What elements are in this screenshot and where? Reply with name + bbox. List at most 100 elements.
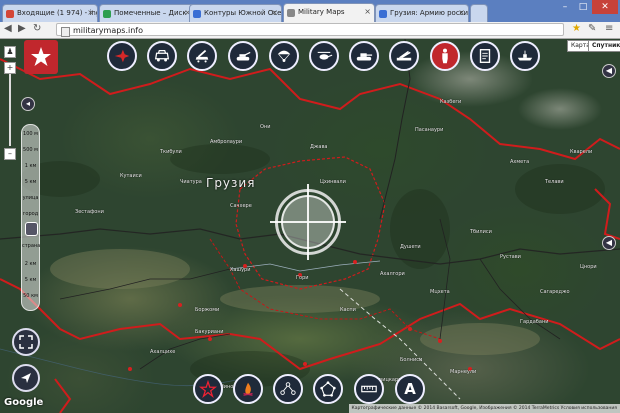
helicopter-icon[interactable]: [309, 41, 339, 71]
page-icon: [379, 10, 387, 18]
place-label: Ахмета: [510, 159, 530, 165]
place-label: Сачхере: [230, 203, 252, 209]
road: [229, 260, 381, 272]
expand-panel-icon[interactable]: ◀: [602, 64, 616, 78]
place-label: Сагареджо: [540, 289, 570, 295]
zoom-level-label: 5 км: [24, 277, 37, 283]
fighter-jet-icon[interactable]: [107, 41, 137, 71]
locate-arrow-icon[interactable]: [12, 364, 40, 392]
place-label: Каспи: [340, 307, 356, 313]
self-propelled-artillery-icon[interactable]: [228, 41, 258, 71]
close-tab-icon[interactable]: ×: [458, 8, 465, 17]
place-label: Зестафони: [75, 209, 104, 215]
place-label: Казбеги: [440, 99, 462, 105]
zoom-slider-knob[interactable]: [25, 222, 38, 236]
url-text: militarymaps.info: [73, 26, 144, 35]
window-controls: – □ ✕: [556, 0, 618, 14]
zoom-level-label: 500 м: [23, 147, 38, 153]
page-icon: [193, 10, 201, 18]
ruler-icon[interactable]: [354, 374, 384, 404]
place-label: Кутаиси: [120, 173, 142, 179]
warship-icon[interactable]: [510, 41, 540, 71]
gmail-icon: [6, 10, 14, 18]
place-label: Хашури: [230, 267, 251, 273]
page-icon: [61, 27, 70, 37]
infantry-icon[interactable]: [430, 41, 460, 71]
attribution-text[interactable]: Картографические данные © 2014 Basarsoft…: [348, 404, 620, 413]
zoom-level-label: 1 км: [24, 163, 37, 169]
route-icon[interactable]: [273, 374, 303, 404]
drive-icon: [103, 10, 111, 18]
back-icon[interactable]: ◀: [4, 23, 12, 34]
place-label: Ахалгори: [380, 271, 405, 277]
tank-icon[interactable]: [349, 41, 379, 71]
map-icon: [287, 9, 295, 17]
text-label-icon[interactable]: A: [395, 374, 425, 404]
sound-icon[interactable]: ◂: [21, 97, 35, 111]
country-label: Грузия: [206, 176, 256, 190]
zoom-level-label: 2 км: [24, 261, 37, 267]
tab-bar: Входящие (1 974) - ingvarr × Помеченные …: [0, 0, 620, 22]
missile-launcher-icon[interactable]: [187, 41, 217, 71]
zoom-level-label: улица: [22, 195, 39, 201]
paratrooper-icon[interactable]: [269, 41, 299, 71]
place-label: Цхинвали: [320, 179, 346, 185]
crosshair-vertical: [307, 184, 309, 260]
armored-car-icon[interactable]: [147, 41, 177, 71]
place-label: Телави: [545, 179, 564, 185]
tab-contours[interactable]: Контуры Южной Осетии с ×: [189, 4, 282, 22]
pencil-icon[interactable]: ✎: [588, 23, 596, 34]
app-window: Входящие (1 974) - ingvarr × Помеченные …: [0, 0, 620, 413]
place-label: Рустави: [500, 254, 521, 260]
place-label: Гори: [296, 275, 309, 281]
document-icon[interactable]: [470, 41, 500, 71]
close-tab-icon[interactable]: ×: [271, 8, 278, 17]
tab-georgia-news[interactable]: Грузия: Армию российской ×: [375, 4, 469, 22]
tab-gmail[interactable]: Входящие (1 974) - ingvarr ×: [2, 4, 98, 22]
bookmark-star-icon[interactable]: ★: [572, 23, 581, 34]
zoom-slider[interactable]: 100 м 500 м 1 км 5 км улица город страна…: [21, 124, 40, 311]
new-tab-button[interactable]: [470, 4, 488, 22]
place-label: Тбилиси: [470, 229, 492, 235]
address-bar[interactable]: militarymaps.info: [56, 23, 564, 37]
zoom-out-button[interactable]: –: [4, 148, 16, 160]
place-label: Ткибули: [160, 149, 182, 155]
place-label: Джава: [310, 144, 328, 150]
place-label: Цнори: [580, 264, 597, 270]
side-panel-toggle-icon[interactable]: ◀: [602, 236, 616, 250]
star-icon[interactable]: [193, 374, 223, 404]
tab-label: Military Maps: [298, 8, 345, 16]
close-tab-icon[interactable]: ×: [87, 8, 94, 17]
forward-icon[interactable]: ▶: [18, 23, 26, 34]
place-label: Чиатура: [180, 179, 202, 185]
place-label: Пасанаури: [415, 127, 444, 133]
browser-toolbar: ◀ ▶ ↻ militarymaps.info ★ ✎ ≡: [0, 22, 620, 39]
tab-military-maps[interactable]: Military Maps ×: [283, 3, 375, 22]
place-label: Боржоми: [195, 307, 220, 313]
polygon-icon[interactable]: [313, 374, 343, 404]
minimize-button[interactable]: –: [556, 0, 574, 14]
place-label: Мцхета: [430, 289, 450, 295]
place-label: Марнеули: [450, 369, 477, 375]
tab-label: Входящие (1 974) - ingvarr: [17, 9, 97, 17]
maximize-button[interactable]: □: [574, 0, 592, 14]
logo-red-star-icon[interactable]: [24, 40, 58, 74]
map-type-satellite-button[interactable]: Спутник: [588, 40, 620, 52]
zoom-level-label: 5 км: [24, 179, 37, 185]
menu-icon[interactable]: ≡: [605, 23, 613, 34]
zoom-level-label: 50 км: [23, 293, 38, 299]
tab-drive[interactable]: Помеченные – Диск Google ×: [99, 4, 195, 22]
mlrs-icon[interactable]: [389, 41, 419, 71]
place-label: Они: [260, 124, 271, 130]
close-tab-icon[interactable]: ×: [364, 7, 371, 16]
fullscreen-icon[interactable]: [12, 328, 40, 356]
zoom-level-label: город: [22, 211, 39, 217]
place-label: Душети: [400, 244, 421, 250]
zoom-level-label: страна: [22, 243, 41, 249]
tab-label: Помеченные – Диск Google: [114, 9, 194, 17]
fire-icon[interactable]: [233, 374, 263, 404]
reload-icon[interactable]: ↻: [33, 23, 41, 34]
close-window-button[interactable]: ✕: [592, 0, 618, 14]
tab-label: Грузия: Армию российской: [390, 9, 469, 17]
place-label: Бакуриани: [195, 329, 224, 335]
